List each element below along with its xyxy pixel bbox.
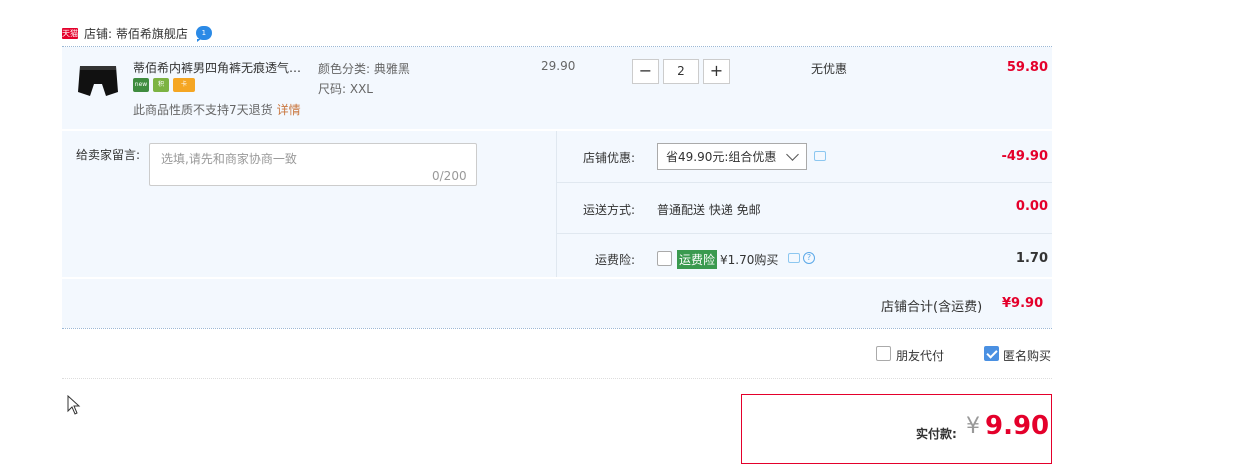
promo-select-value: 省49.90元:组合优惠 (666, 150, 777, 164)
message-icon[interactable] (788, 253, 800, 263)
friend-pay-checkbox[interactable] (876, 346, 891, 361)
quantity-stepper: − 2 + (632, 59, 730, 84)
increase-qty-button[interactable]: + (703, 59, 730, 84)
detail-link[interactable]: 详情 (277, 103, 301, 117)
store-total-value: ¥9.90 (1002, 296, 1044, 311)
product-badges: new 积 卡 (133, 78, 195, 92)
memo-char-count: 0/200 (432, 169, 467, 183)
chevron-down-icon (786, 148, 799, 161)
decrease-qty-button[interactable]: − (632, 59, 659, 84)
product-title-link[interactable]: 蒂佰希内裤男四角裤无痕透气本... (133, 59, 311, 76)
item-discount: 无优惠 (811, 62, 848, 76)
pay-amount: 9.90 (985, 411, 1050, 441)
promo-label: 店铺优惠: (582, 151, 635, 165)
sku-color: 颜色分类: 典雅黑 (318, 62, 410, 76)
insurance-tag: 运费险 (677, 250, 718, 269)
new-badge-icon: new (133, 78, 149, 92)
insurance-checkbox[interactable] (657, 251, 672, 266)
message-icon[interactable] (814, 151, 826, 161)
pay-label: 实付款: (916, 427, 957, 441)
promo-amount: -49.90 (1001, 149, 1048, 164)
card-badge-icon: 卡 (173, 78, 195, 92)
quantity-input[interactable]: 2 (663, 59, 699, 84)
points-badge-icon: 积 (153, 78, 169, 92)
unit-price: 29.90 (541, 59, 576, 73)
shop-header: 天猫 店铺: 蒂佰希旗舰店 1 (62, 22, 212, 44)
help-icon[interactable]: ? (803, 252, 815, 264)
pay-currency: ¥ (966, 414, 980, 439)
shipping-label: 运送方式: (582, 203, 635, 217)
insurance-price: ¥1.70购买 (720, 253, 779, 267)
mouse-cursor-icon (67, 395, 81, 415)
memo-placeholder: 选填,请先和商家协商一致 (161, 152, 297, 166)
insurance-amount: 1.70 (1015, 251, 1048, 266)
insurance-label: 运费险: (594, 253, 635, 267)
store-total-divider (62, 328, 1052, 329)
friend-pay-label: 朋友代付 (896, 349, 945, 363)
options-row-divider (557, 233, 1052, 234)
sku-size: 尺码: XXL (318, 82, 373, 96)
no-return-notice: 此商品性质不支持7天退货 详情 (133, 101, 301, 118)
shop-name-link[interactable]: 店铺: 蒂佰希旗舰店 (84, 25, 188, 42)
product-thumbnail[interactable] (76, 62, 120, 100)
no-return-text: 此商品性质不支持7天退货 (133, 103, 273, 117)
store-total-label: 店铺合计(含运费) (881, 300, 983, 315)
anonymous-checkbox[interactable] (984, 346, 999, 361)
chat-icon[interactable]: 1 (195, 26, 212, 42)
options-row-divider (557, 182, 1052, 183)
tmall-logo-icon: 天猫 (62, 27, 78, 39)
anonymous-label: 匿名购买 (1003, 349, 1052, 363)
promo-select[interactable]: 省49.90元:组合优惠 (657, 143, 807, 170)
memo-label: 给卖家留言: (76, 148, 141, 162)
section-divider (62, 378, 1052, 379)
shipping-method: 普通配送 快递 免邮 (657, 203, 761, 217)
item-subtotal: 59.80 (1006, 60, 1048, 75)
shipping-amount: 0.00 (1015, 199, 1048, 214)
